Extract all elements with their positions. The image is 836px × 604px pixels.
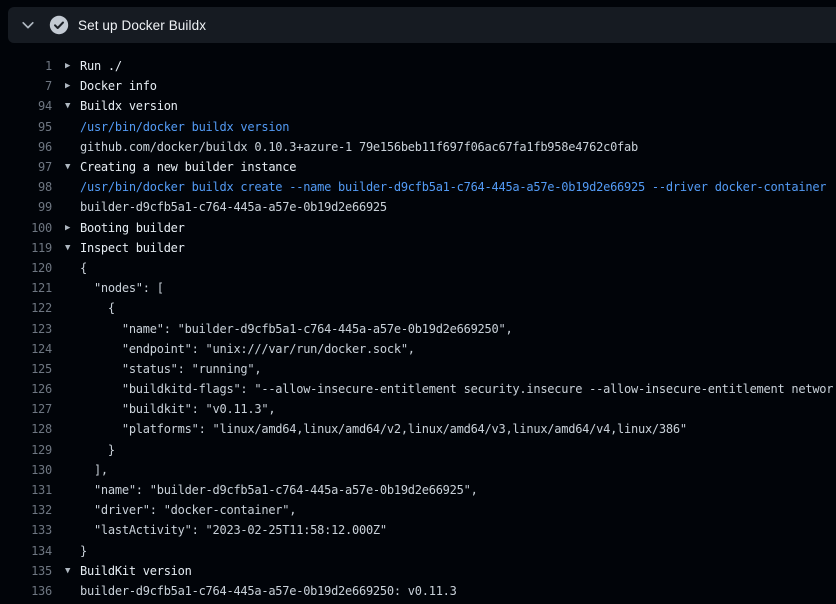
line-number[interactable]: 120 [0, 261, 52, 275]
check-circle-icon [49, 15, 69, 35]
log-line-row: 120 { [0, 258, 836, 278]
log-line-row: 132 "driver": "docker-container", [0, 500, 836, 520]
caret-expanded-icon[interactable]: ▼ [64, 561, 80, 581]
line-number[interactable]: 123 [0, 322, 52, 336]
log-text: /usr/bin/docker buildx version [80, 120, 289, 134]
line-number[interactable]: 7 [0, 79, 52, 93]
log-line-row: 127 "buildkit": "v0.11.3", [0, 399, 836, 419]
line-number[interactable]: 125 [0, 362, 52, 376]
caret-expanded-icon[interactable]: ▼ [64, 96, 80, 116]
caret-collapsed-icon[interactable]: ▶ [64, 76, 80, 96]
line-number[interactable]: 122 [0, 301, 52, 315]
line-number[interactable]: 135 [0, 564, 52, 578]
log-text: } [80, 544, 87, 558]
line-number[interactable]: 132 [0, 503, 52, 517]
log-text: Inspect builder [80, 241, 185, 255]
log-text: builder-d9cfb5a1-c764-445a-a57e-0b19d2e6… [80, 200, 387, 214]
line-number[interactable]: 124 [0, 342, 52, 356]
log-text: "nodes": [ [80, 281, 164, 295]
caret-expanded-icon[interactable]: ▼ [64, 157, 80, 177]
line-number[interactable]: 130 [0, 463, 52, 477]
log-text: /usr/bin/docker buildx create --name bui… [80, 180, 826, 194]
log-group-row[interactable]: 135 ▼ BuildKit version [0, 561, 836, 581]
line-number[interactable]: 128 [0, 422, 52, 436]
log-text: BuildKit version [80, 564, 192, 578]
log-line-row: 98 /usr/bin/docker buildx create --name … [0, 177, 836, 197]
line-number[interactable]: 131 [0, 483, 52, 497]
log-text: "endpoint": "unix:///var/run/docker.sock… [80, 342, 415, 356]
log-line-row: 125 "status": "running", [0, 359, 836, 379]
log-text: "platforms": "linux/amd64,linux/amd64/v2… [80, 422, 687, 436]
log-text: "buildkitd-flags": "--allow-insecure-ent… [80, 382, 833, 396]
log-text: Docker info [80, 79, 157, 93]
line-number[interactable]: 99 [0, 200, 52, 214]
log-text: "driver": "docker-container", [80, 503, 296, 517]
line-number[interactable]: 1 [0, 59, 52, 73]
log-line-row: 129 } [0, 440, 836, 460]
log-line-row: 130 ], [0, 460, 836, 480]
line-number[interactable]: 126 [0, 382, 52, 396]
line-number[interactable]: 97 [0, 160, 52, 174]
line-number[interactable]: 134 [0, 544, 52, 558]
log-group-row[interactable]: 94 ▼ Buildx version [0, 96, 836, 116]
log-group-row[interactable]: 119 ▼ Inspect builder [0, 238, 836, 258]
line-number[interactable]: 121 [0, 281, 52, 295]
line-number[interactable]: 100 [0, 221, 52, 235]
log-group-row[interactable]: 100 ▶ Booting builder [0, 218, 836, 238]
log-group-row[interactable]: 1 ▶ Run ./ [0, 56, 836, 76]
line-number[interactable]: 94 [0, 99, 52, 113]
log-text: "lastActivity": "2023-02-25T11:58:12.000… [80, 523, 387, 537]
log-text: Buildx version [80, 99, 178, 113]
caret-expanded-icon[interactable]: ▼ [64, 238, 80, 258]
log-text: builder-d9cfb5a1-c764-445a-a57e-0b19d2e6… [80, 584, 457, 598]
log-line-row: 136 builder-d9cfb5a1-c764-445a-a57e-0b19… [0, 581, 836, 601]
line-number[interactable]: 136 [0, 584, 52, 598]
log-line-row: 128 "platforms": "linux/amd64,linux/amd6… [0, 419, 836, 439]
log-line-row: 122 { [0, 298, 836, 318]
log-text: Booting builder [80, 221, 185, 235]
log-text: { [80, 261, 87, 275]
line-number[interactable]: 95 [0, 120, 52, 134]
chevron-down-icon[interactable] [20, 17, 36, 33]
log-line-row: 96 github.com/docker/buildx 0.10.3+azure… [0, 137, 836, 157]
step-title: Set up Docker Buildx [78, 18, 206, 33]
log-group-row[interactable]: 7 ▶ Docker info [0, 76, 836, 96]
log-line-row: 124 "endpoint": "unix:///var/run/docker.… [0, 339, 836, 359]
line-number[interactable]: 98 [0, 180, 52, 194]
log-line-row: 126 "buildkitd-flags": "--allow-insecure… [0, 379, 836, 399]
line-number[interactable]: 127 [0, 402, 52, 416]
log-text: { [80, 301, 115, 315]
log-line-row: 133 "lastActivity": "2023-02-25T11:58:12… [0, 520, 836, 540]
line-number[interactable]: 129 [0, 443, 52, 457]
line-number[interactable]: 133 [0, 523, 52, 537]
log-text: "name": "builder-d9cfb5a1-c764-445a-a57e… [80, 322, 512, 336]
log-line-row: 99 builder-d9cfb5a1-c764-445a-a57e-0b19d… [0, 197, 836, 217]
log-text: github.com/docker/buildx 0.10.3+azure-1 … [80, 140, 638, 154]
log-text: } [80, 443, 115, 457]
caret-collapsed-icon[interactable]: ▶ [64, 218, 80, 238]
log-line-row: 95 /usr/bin/docker buildx version [0, 117, 836, 137]
line-number[interactable]: 96 [0, 140, 52, 154]
log-text: "status": "running", [80, 362, 261, 376]
step-header[interactable]: Set up Docker Buildx [8, 7, 836, 43]
log-line-row: 131 "name": "builder-d9cfb5a1-c764-445a-… [0, 480, 836, 500]
log-text: "name": "builder-d9cfb5a1-c764-445a-a57e… [80, 483, 478, 497]
log-line-row: 121 "nodes": [ [0, 278, 836, 298]
log-text: "buildkit": "v0.11.3", [80, 402, 275, 416]
log-viewer: 1 ▶ Run ./ 7 ▶ Docker info 94 ▼ Buildx v… [0, 43, 836, 604]
log-text: Run ./ [80, 59, 122, 73]
line-number[interactable]: 119 [0, 241, 52, 255]
log-line-row: 123 "name": "builder-d9cfb5a1-c764-445a-… [0, 318, 836, 338]
log-line-row: 134 } [0, 541, 836, 561]
log-text: Creating a new builder instance [80, 160, 296, 174]
log-group-row[interactable]: 97 ▼ Creating a new builder instance [0, 157, 836, 177]
caret-collapsed-icon[interactable]: ▶ [64, 56, 80, 76]
log-text: ], [80, 463, 108, 477]
